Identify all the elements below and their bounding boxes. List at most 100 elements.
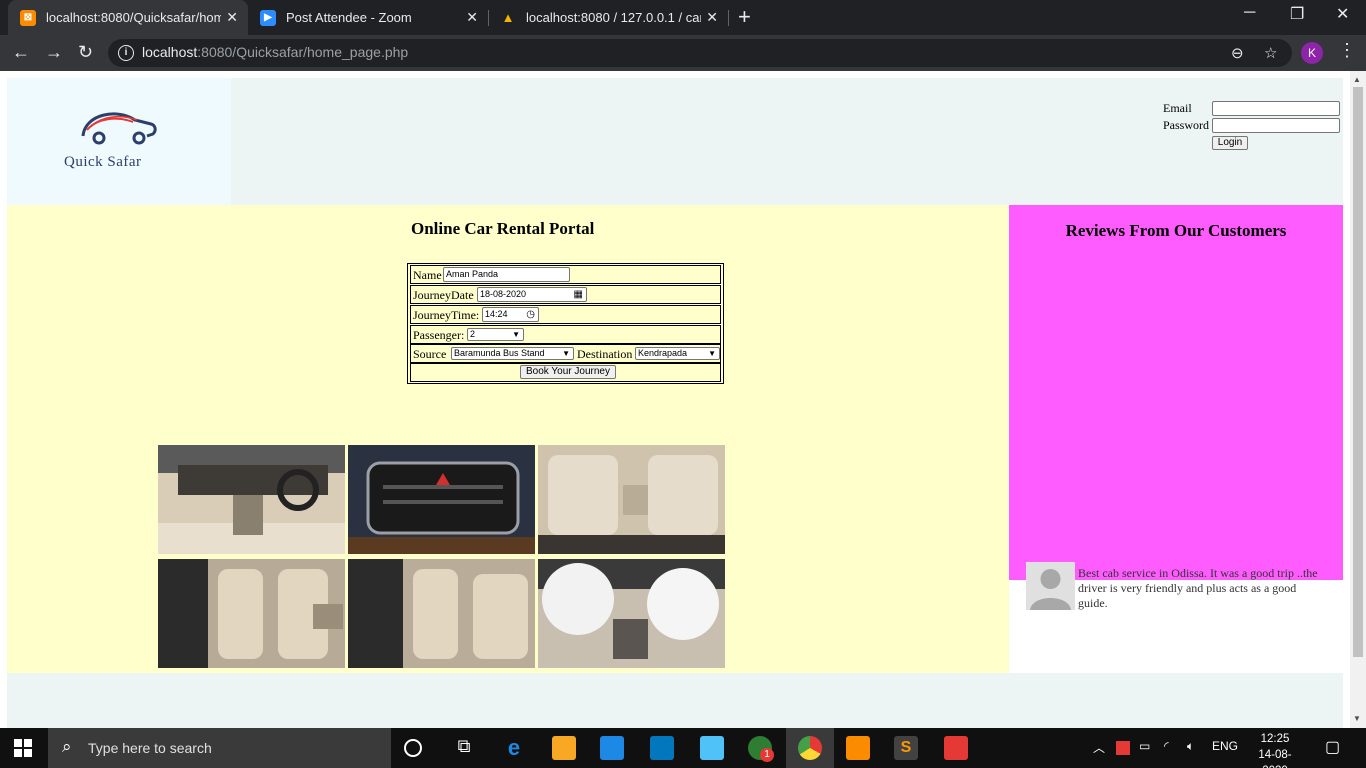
email-field[interactable] [1212,101,1340,116]
new-tab-icon[interactable]: + [738,5,751,29]
browser-tab-bar: ⊠ localhost:8080/Quicksafar/home_ ✕ ▶ Po… [0,0,1366,35]
password-field[interactable] [1212,118,1340,133]
tab-quicksafar-home[interactable]: ⊠ localhost:8080/Quicksafar/home_ ✕ [8,0,248,35]
gallery-image-dashboard [158,445,345,554]
xampp-icon[interactable] [846,736,870,760]
tab-label: Post Attendee - Zoom [286,10,412,25]
edge-icon[interactable]: e [502,736,526,760]
restore-icon[interactable]: ❐ [1290,4,1304,24]
tab-divider [728,10,729,26]
reviews-section: Reviews From Our Customers [1009,205,1343,580]
source-label: Source [413,347,447,361]
close-tab-icon[interactable]: ✕ [706,9,718,26]
windows-start-icon[interactable] [14,739,32,757]
gallery-image-front-seats [158,559,345,668]
clock-icon[interactable]: ◷ [526,308,535,321]
password-label: Password [1163,118,1210,132]
action-center-icon[interactable]: ▢ [1325,737,1340,757]
show-hidden-icons-icon[interactable]: ︿ [1093,739,1105,756]
chevron-down-icon: ▼ [512,330,520,339]
passenger-value: 2 [470,329,476,339]
phpmyadmin-favicon-icon: ▲ [501,10,515,25]
clock-time: 12:25 [1260,733,1290,745]
volume-icon[interactable]: 🔈︎ [1187,739,1194,754]
antivirus-tray-icon[interactable] [1116,741,1130,755]
search-placeholder: Type here to search [88,740,212,756]
language-indicator[interactable]: ENG [1212,739,1238,753]
zoom-magnifier-icon[interactable]: ⊖ [1231,44,1244,62]
destination-select[interactable]: Kendrapada ▼ [635,347,720,360]
calendar-icon[interactable]: ▦ [574,288,583,301]
browser-toolbar: ← → ↻ i localhost:8080/Quicksafar/home_p… [0,35,1366,71]
reviews-title: Reviews From Our Customers [1065,221,1287,240]
name-row: Name Aman Panda [410,265,721,284]
address-bar[interactable]: i localhost:8080/Quicksafar/home_page.ph… [108,39,1292,67]
source-select[interactable]: Baramunda Bus Stand ▼ [451,347,574,360]
journey-date-value: 18-08-2020 [480,289,527,299]
car-logo-icon [81,112,157,145]
gallery-image-airbags [538,559,725,668]
reviewer-avatar [1026,562,1075,610]
whatsapp-icon[interactable]: 1 [748,736,774,762]
tab-zoom[interactable]: ▶ Post Attendee - Zoom ✕ [248,0,488,35]
name-field[interactable]: Aman Panda [443,267,570,282]
passenger-select[interactable]: 2 ▼ [467,328,524,341]
email-label: Email [1163,101,1192,115]
sublime-text-icon[interactable]: S [894,736,918,760]
submit-row: Book Your Journey [410,363,721,382]
taskbar-search[interactable]: ⌕ Type here to search [48,728,391,768]
close-window-icon[interactable]: ✕ [1336,4,1349,24]
profile-avatar[interactable]: K [1301,42,1323,64]
booking-form: Name Aman Panda JourneyDate 18-08-2020 ▦… [407,263,724,384]
logo-text: Quick Safar [64,154,142,170]
close-tab-icon[interactable]: ✕ [466,9,478,26]
scroll-up-icon[interactable]: ▲ [1353,75,1361,84]
cortana-icon[interactable] [404,739,422,757]
scrollbar-thumb[interactable] [1353,87,1363,657]
gallery-image-rear-seats [538,445,725,554]
store-icon[interactable] [600,736,624,760]
chrome-icon[interactable] [798,736,822,760]
taskbar-clock[interactable]: 12:25 14-08-2020 [1250,731,1300,768]
journey-time-label: JourneyTime: [413,308,480,322]
site-info-icon[interactable]: i [118,45,134,61]
page-footer [7,673,1343,728]
reload-icon[interactable]: ↻ [78,41,93,63]
anydesk-icon[interactable] [944,736,968,760]
windows-taskbar: ⌕ Type here to search ⧉ e 1 S ︿ ▭ ◜ 🔈︎ E… [0,728,1366,768]
page-scrollbar[interactable]: ▲ ▼ [1350,71,1366,728]
chevron-down-icon: ▼ [708,349,716,358]
task-view-icon[interactable]: ⧉ [452,736,476,760]
notes-icon[interactable] [700,736,724,760]
file-explorer-icon[interactable] [552,736,576,760]
route-row: Source Baramunda Bus Stand ▼ Destination… [410,344,721,363]
tab-label: localhost:8080/Quicksafar/home_ [46,10,221,25]
booking-section: Online Car Rental Portal Name Aman Panda… [7,205,1009,673]
mail-icon[interactable] [650,736,674,760]
wifi-icon[interactable]: ◜ [1164,739,1169,753]
back-arrow-icon[interactable]: ← [12,41,30,63]
battery-icon[interactable]: ▭ [1139,739,1150,753]
login-button[interactable]: Login [1212,136,1248,150]
book-journey-button[interactable]: Book Your Journey [520,365,616,379]
browser-menu-icon[interactable]: ⋮ [1338,40,1356,61]
scroll-down-icon[interactable]: ▼ [1353,714,1361,723]
minimize-icon[interactable]: ─ [1244,4,1255,22]
journey-date-row: JourneyDate 18-08-2020 ▦ [410,285,721,304]
gallery-image-cabin [348,559,535,668]
tab-phpmyadmin[interactable]: ▲ localhost:8080 / 127.0.0.1 / cardb ✕ [488,0,728,35]
bookmark-star-icon[interactable]: ☆ [1264,44,1277,62]
user-placeholder-icon [1026,562,1075,610]
source-value: Baramunda Bus Stand [454,348,545,358]
url-text[interactable]: localhost:8080/Quicksafar/home_page.php [142,44,408,60]
logo-area: Quick Safar [7,78,231,205]
review-text: Best cab service in Odissa. It was a goo… [1078,566,1318,610]
journey-date-field[interactable]: 18-08-2020 ▦ [477,287,587,302]
page-viewport: Quick Safar Email Password Login Online … [0,71,1366,728]
search-icon: ⌕ [62,737,72,756]
chevron-down-icon: ▼ [562,349,570,358]
passenger-row: Passenger: 2 ▼ [410,325,721,344]
forward-arrow-icon[interactable]: → [45,41,63,63]
journey-time-field[interactable]: 14:24 ◷ [482,307,539,322]
close-tab-icon[interactable]: ✕ [226,9,238,26]
